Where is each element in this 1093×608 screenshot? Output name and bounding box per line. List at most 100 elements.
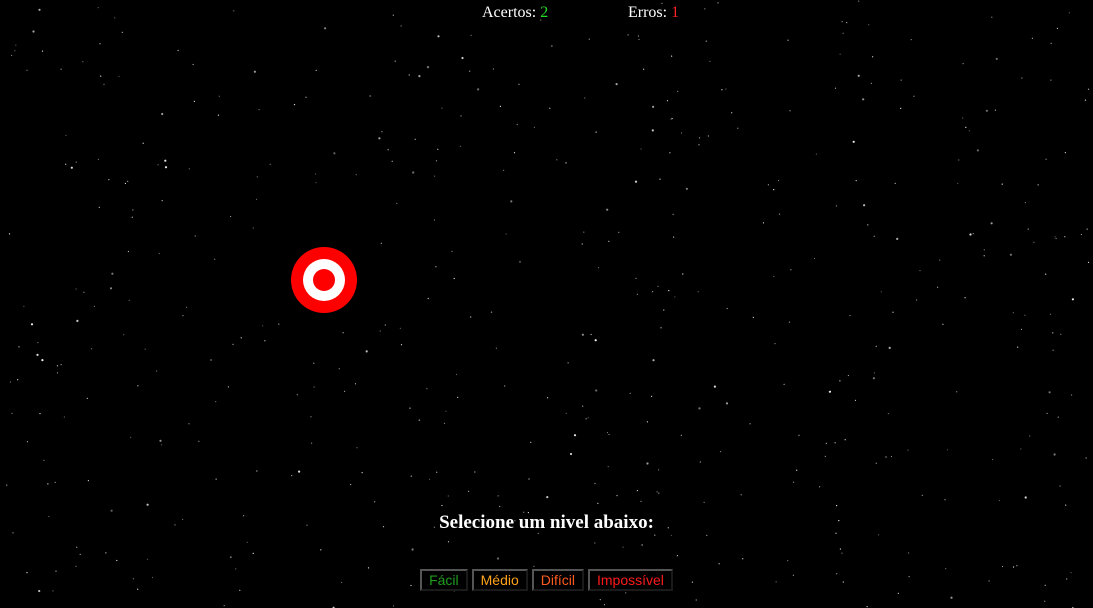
star: [1060, 333, 1062, 335]
star: [54, 481, 56, 483]
star: [942, 323, 944, 325]
star: [108, 179, 110, 181]
star: [355, 174, 357, 176]
star: [976, 149, 980, 152]
star: [825, 442, 827, 444]
star: [1046, 412, 1048, 414]
star: [868, 24, 870, 26]
star: [740, 494, 742, 496]
star: [654, 534, 656, 536]
level-hard-button[interactable]: Difícil: [531, 569, 584, 591]
star: [510, 200, 513, 203]
star: [880, 291, 882, 293]
star: [533, 126, 536, 128]
star: [427, 297, 429, 300]
star: [87, 480, 89, 482]
star: [858, 0, 860, 2]
star: [127, 180, 129, 182]
star: [443, 422, 446, 424]
star: [1064, 152, 1066, 154]
star: [737, 127, 739, 129]
star: [313, 386, 315, 388]
star: [1033, 241, 1035, 243]
star: [651, 129, 654, 132]
star: [793, 481, 795, 483]
star: [1020, 328, 1023, 330]
level-easy-button[interactable]: Fácil: [420, 569, 468, 591]
game-stage[interactable]: Acertos: 2 Erros: 1 Selecione um nivel a…: [0, 0, 1093, 608]
star: [60, 364, 62, 366]
star: [606, 431, 609, 434]
star: [646, 462, 649, 465]
star: [400, 344, 403, 346]
star: [788, 321, 791, 323]
errors-value: 1: [671, 4, 680, 21]
star: [315, 182, 317, 184]
star: [342, 332, 344, 334]
star: [855, 180, 857, 182]
star: [992, 458, 994, 461]
star: [121, 31, 123, 33]
star: [218, 95, 220, 97]
star: [670, 534, 672, 536]
star: [849, 314, 851, 317]
star: [499, 505, 501, 508]
star: [437, 35, 440, 38]
star: [581, 243, 583, 245]
star: [193, 100, 195, 102]
star: [75, 288, 77, 290]
star: [460, 115, 462, 117]
star: [1049, 313, 1051, 315]
star: [1087, 88, 1090, 90]
star: [384, 324, 386, 326]
star: [625, 592, 627, 594]
star: [663, 309, 665, 311]
star: [606, 208, 609, 211]
star: [11, 54, 13, 57]
star: [1050, 42, 1052, 45]
star: [408, 74, 410, 76]
star: [573, 434, 577, 437]
level-medium-button[interactable]: Médio: [471, 569, 528, 591]
star: [872, 56, 874, 58]
star: [86, 397, 88, 399]
star: [789, 110, 791, 112]
star: [1054, 236, 1056, 238]
star: [888, 346, 891, 349]
star: [907, 449, 909, 451]
star: [36, 353, 39, 356]
star: [194, 235, 196, 237]
star: [658, 492, 660, 494]
star: [994, 109, 997, 111]
star: [731, 112, 733, 114]
star: [844, 439, 846, 441]
star: [698, 144, 700, 146]
level-prompt: Selecione um nivel abaixo:: [439, 512, 654, 533]
star: [669, 152, 671, 154]
star: [310, 416, 312, 418]
star: [75, 565, 77, 567]
star: [394, 60, 396, 62]
star: [82, 61, 84, 63]
star: [217, 114, 219, 116]
star: [1001, 565, 1004, 568]
star: [164, 159, 167, 162]
star: [6, 484, 8, 486]
star: [256, 176, 258, 178]
star: [878, 534, 880, 536]
star: [137, 385, 139, 387]
star: [8, 233, 11, 235]
star: [426, 388, 428, 390]
star: [215, 478, 217, 480]
star: [296, 394, 298, 396]
star: [1057, 416, 1059, 418]
star: [834, 442, 836, 444]
star: [908, 552, 910, 554]
level-impossible-button[interactable]: Impossível: [588, 569, 673, 591]
star: [132, 209, 134, 211]
star: [956, 391, 958, 393]
star: [41, 50, 44, 52]
star: [725, 88, 727, 90]
target-icon[interactable]: [291, 247, 357, 313]
star: [530, 441, 532, 443]
